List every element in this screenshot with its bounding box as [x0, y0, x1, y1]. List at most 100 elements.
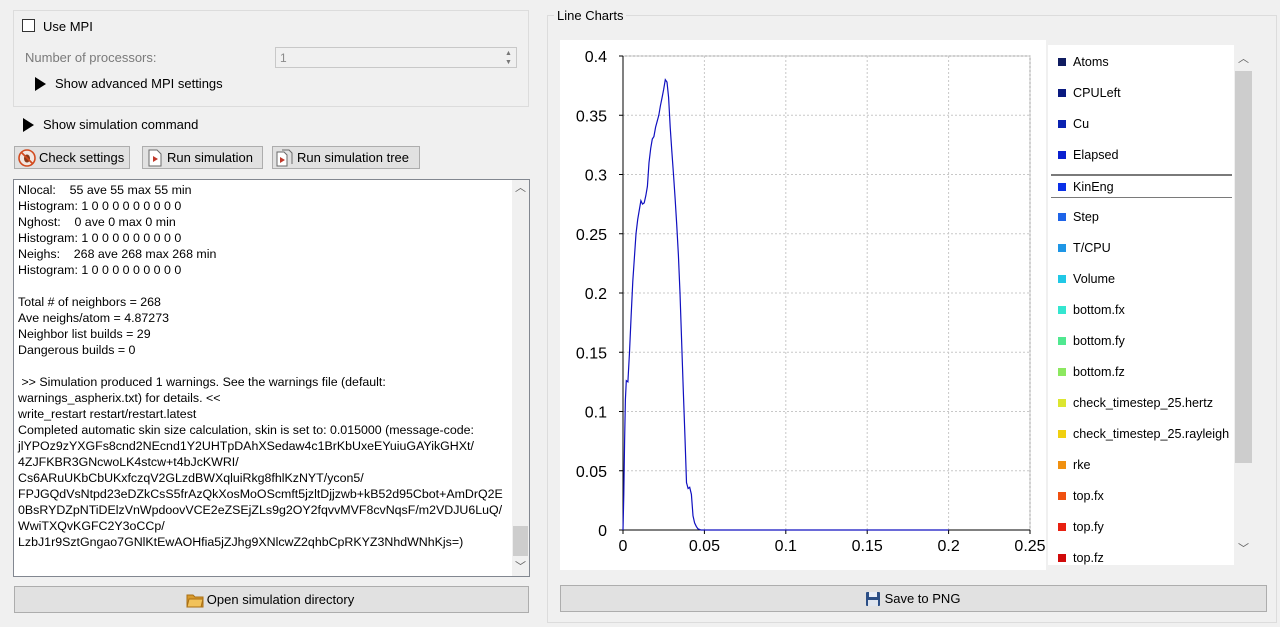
legend-label: Volume — [1073, 272, 1116, 286]
x-tick-label: 0.05 — [689, 538, 720, 555]
scroll-down-icon[interactable]: ﹀ — [512, 559, 529, 576]
spin-down-icon[interactable]: ▼ — [503, 58, 514, 67]
legend-item[interactable]: KinEng — [1051, 174, 1232, 198]
run-simulation-label: Run simulation — [167, 150, 253, 165]
output-line: >> Simulation produced 1 warnings. See t… — [18, 375, 386, 389]
legend-item[interactable]: Elapsed — [1051, 143, 1231, 167]
x-tick-label: 0 — [619, 538, 628, 555]
legend-color-swatch — [1058, 151, 1066, 159]
processors-spinbox[interactable]: 1 ▲ ▼ — [275, 47, 517, 68]
output-line: write_restart restart/restart.latest — [18, 407, 197, 421]
legend-item[interactable]: top.fz — [1051, 546, 1231, 565]
y-tick-label: 0.4 — [585, 49, 607, 66]
folder-icon — [186, 591, 204, 608]
legend-color-swatch — [1058, 399, 1066, 407]
series-legend-list[interactable]: Atoms CPULeft Cu Elapsed KinEng Step T/CPU Volu… — [1048, 45, 1234, 565]
output-line: Cs6ARuUKbCbUKxfczqV2GLzdBWXqluiRkg8fhlKz… — [18, 471, 364, 485]
legend-item[interactable]: rke — [1051, 453, 1231, 477]
legend-label: T/CPU — [1073, 241, 1111, 255]
output-line: 4ZJFKBR3GNcwoLK4stcw+t4bJcKWRI/ — [18, 455, 239, 469]
advanced-mpi-toggle[interactable]: Show advanced MPI settings — [35, 76, 223, 91]
legend-label: top.fy — [1073, 520, 1104, 534]
legend-item[interactable]: CPULeft — [1051, 81, 1231, 105]
scrollbar-thumb[interactable] — [1235, 71, 1252, 463]
y-tick-label: 0.15 — [576, 345, 607, 362]
legend-item[interactable]: top.fy — [1051, 515, 1231, 539]
legend-label: bottom.fz — [1073, 365, 1125, 379]
legend-label: check_timestep_25.hertz — [1073, 396, 1214, 410]
legend-label: Step — [1073, 210, 1099, 224]
output-line: Ave neighs/atom = 4.87273 — [18, 311, 169, 325]
legend-label: CPULeft — [1073, 86, 1121, 100]
legend-item[interactable]: check_timestep_25.rayleigh — [1051, 422, 1231, 446]
legend-label: rke — [1073, 458, 1091, 472]
legend-scrollbar[interactable]: ︿ ﹀ — [1234, 45, 1253, 565]
sim-command-label: Show simulation command — [43, 117, 199, 132]
output-scrollbar[interactable]: ︿ ﹀ — [512, 180, 529, 576]
output-line: Nlocal: 55 ave 55 max 55 min — [18, 183, 192, 197]
legend-item[interactable]: Atoms — [1051, 50, 1231, 74]
open-simulation-directory-button[interactable]: Open simulation directory — [14, 586, 529, 613]
run-tree-icon — [276, 149, 294, 166]
output-line: Neighs: 268 ave 268 max 268 min — [18, 247, 217, 261]
output-line: FPJGQdVsNtpd23eDZkCsS5frAzQkXosMoOScmft5… — [18, 487, 503, 501]
scroll-up-icon[interactable]: ︿ — [1235, 51, 1252, 68]
legend-label: Atoms — [1073, 55, 1109, 69]
legend-label: KinEng — [1073, 179, 1114, 194]
x-tick-label: 0.25 — [1014, 538, 1045, 555]
legend-color-swatch — [1058, 58, 1066, 66]
chart-plot: 0 0.05 0.1 0.15 0.2 0.25 0 0.05 0.1 0.15 0.2 0.25 0.… — [576, 49, 1046, 555]
floppy-disk-icon — [864, 590, 882, 607]
output-line: jlYPOz9zYXGFs8cnd2NEcnd1Y2UHTpDAhXSedaw4… — [18, 439, 474, 453]
scrollbar-thumb[interactable] — [513, 526, 528, 556]
output-line: Dangerous builds = 0 — [18, 343, 136, 357]
scroll-up-icon[interactable]: ︿ — [512, 180, 529, 197]
legend-item[interactable]: bottom.fy — [1051, 329, 1231, 353]
legend-label: top.fx — [1073, 489, 1104, 503]
run-simulation-tree-label: Run simulation tree — [297, 150, 409, 165]
simulation-output-textbox[interactable]: Nlocal: 55 ave 55 max 55 min Histogram: 1… — [13, 179, 530, 577]
legend-item[interactable]: bottom.fx — [1051, 298, 1231, 322]
y-tick-label: 0.1 — [585, 405, 607, 422]
legend-item[interactable]: bottom.fz — [1051, 360, 1231, 384]
x-tick-label: 0.1 — [775, 538, 797, 555]
spin-up-icon[interactable]: ▲ — [503, 49, 514, 58]
scroll-down-icon[interactable]: ﹀ — [1235, 541, 1252, 558]
legend-label: Cu — [1073, 117, 1090, 131]
run-simulation-button[interactable]: Run simulation — [142, 146, 263, 169]
legend-color-swatch — [1058, 492, 1066, 500]
y-tick-label: 0 — [598, 523, 607, 540]
output-line: Histogram: 1 0 0 0 0 0 0 0 0 0 — [18, 199, 182, 213]
x-tick-label: 0.15 — [852, 538, 883, 555]
run-simulation-tree-button[interactable]: Run simulation tree — [272, 146, 420, 169]
legend-color-swatch — [1058, 275, 1066, 283]
output-line: WwiTXQvKGFC2Y3oCCp/ — [18, 519, 165, 533]
expand-arrow-icon — [35, 76, 46, 91]
simulation-output-text: Nlocal: 55 ave 55 max 55 min Histogram: 1… — [18, 182, 508, 550]
legend-label: top.fz — [1073, 551, 1104, 565]
legend-color-swatch — [1058, 430, 1066, 438]
sim-command-toggle[interactable]: Show simulation command — [23, 117, 198, 132]
check-settings-button[interactable]: Check settings — [14, 146, 130, 169]
processors-value: 1 — [280, 51, 287, 65]
check-settings-label: Check settings — [39, 150, 125, 165]
output-line: Completed automatic skin size calculatio… — [18, 423, 474, 437]
y-tick-label: 0.05 — [576, 464, 607, 481]
output-line: LzbJ1r9SztGngao7GNlKtEwAOHfia5jZJhg9XNlc… — [18, 535, 464, 549]
save-to-png-button[interactable]: Save to PNG — [560, 585, 1267, 612]
output-line: warnings_aspherix.txt) for details. << — [18, 391, 221, 405]
legend-item[interactable]: Cu — [1051, 112, 1231, 136]
line-chart[interactable]: 0 0.05 0.1 0.15 0.2 0.25 0 0.05 0.1 0.15 0.2 0.25 0.… — [560, 40, 1046, 570]
legend-label: bottom.fx — [1073, 303, 1125, 317]
legend-item[interactable]: check_timestep_25.hertz — [1051, 391, 1231, 415]
y-tick-label: 0.3 — [585, 168, 607, 185]
legend-item[interactable]: Volume — [1051, 267, 1231, 291]
legend-item[interactable]: Step — [1051, 205, 1231, 229]
legend-label: bottom.fy — [1073, 334, 1125, 348]
output-line: Total # of neighbors = 268 — [18, 295, 161, 309]
legend-item[interactable]: top.fx — [1051, 484, 1231, 508]
legend-color-swatch — [1058, 523, 1066, 531]
processors-label: Number of processors: — [25, 50, 157, 65]
advanced-mpi-label: Show advanced MPI settings — [55, 76, 223, 91]
legend-item[interactable]: T/CPU — [1051, 236, 1231, 260]
